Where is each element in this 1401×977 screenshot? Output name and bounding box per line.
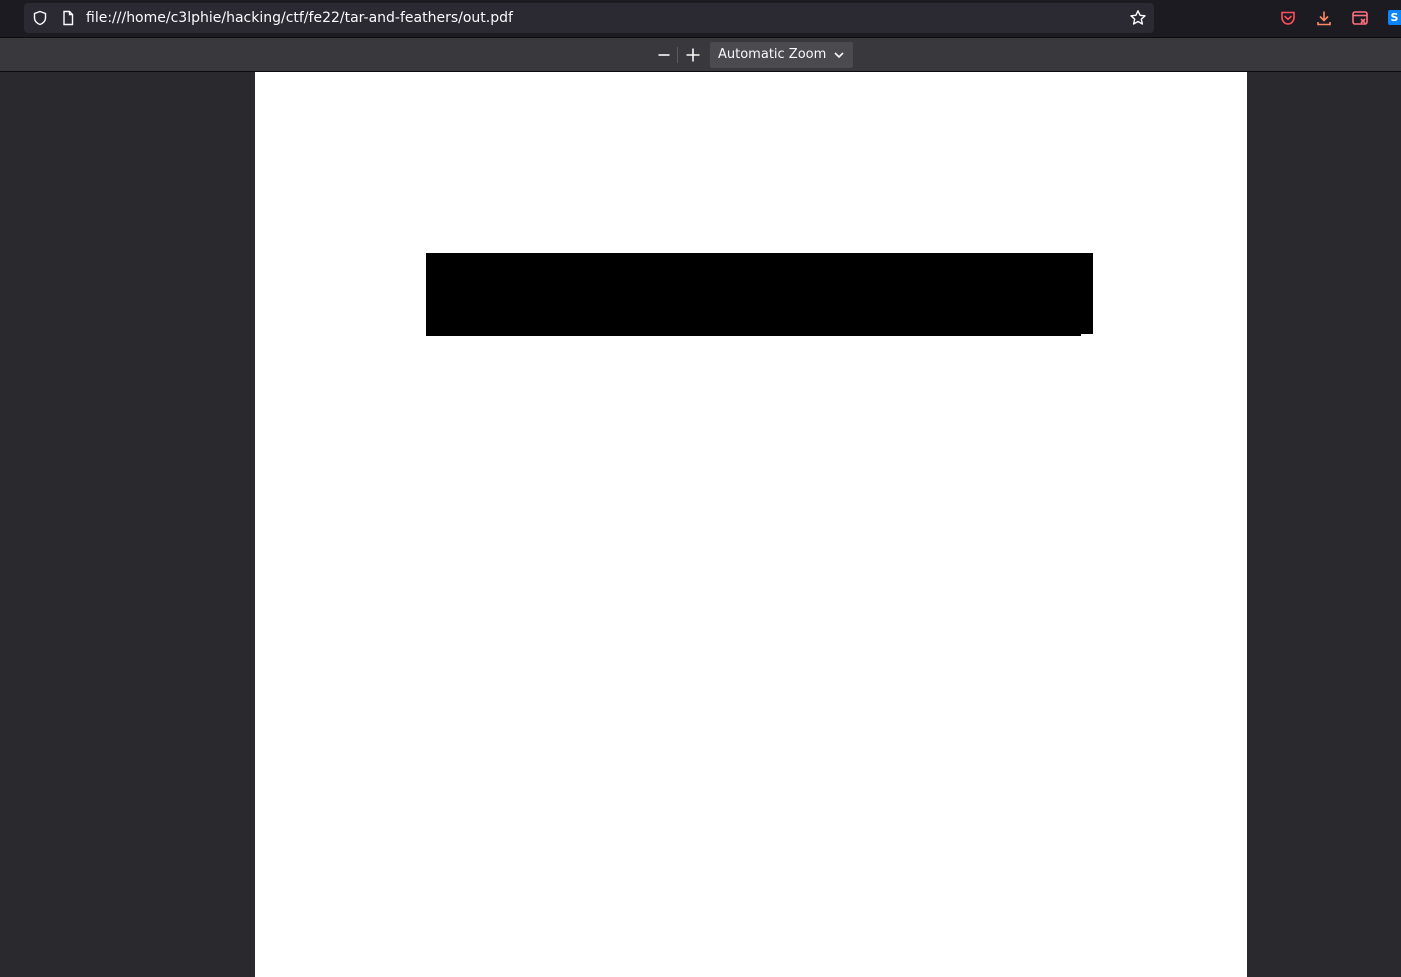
shield-icon[interactable]	[30, 8, 50, 28]
url-bar[interactable]: file:///home/c3lphie/hacking/ctf/fe22/ta…	[24, 3, 1154, 33]
browser-toolbar: file:///home/c3lphie/hacking/ctf/fe22/ta…	[0, 0, 1401, 38]
zoom-select[interactable]: Automatic Zoom	[710, 42, 853, 68]
page-icon	[58, 8, 78, 28]
redaction-box	[426, 253, 1093, 336]
zoom-out-button[interactable]	[652, 44, 676, 66]
redaction-notch	[1081, 334, 1093, 336]
chevron-down-icon	[834, 52, 844, 59]
download-icon[interactable]	[1314, 8, 1334, 28]
toolbar-actions	[1278, 8, 1370, 28]
star-icon[interactable]	[1128, 8, 1148, 28]
extension-badge-icon[interactable]: S	[1388, 10, 1401, 25]
plus-icon	[686, 48, 700, 62]
pdf-toolbar: Automatic Zoom	[0, 38, 1401, 72]
url-text[interactable]: file:///home/c3lphie/hacking/ctf/fe22/ta…	[86, 9, 513, 27]
pdf-page	[255, 72, 1247, 977]
pdf-viewer[interactable]	[0, 72, 1401, 977]
screenshot-icon[interactable]	[1350, 8, 1370, 28]
zoom-in-button[interactable]	[681, 44, 705, 66]
zoom-select-label: Automatic Zoom	[718, 47, 827, 62]
toolbar-separator	[677, 47, 678, 63]
minus-icon	[658, 54, 670, 56]
pocket-icon[interactable]	[1278, 8, 1298, 28]
